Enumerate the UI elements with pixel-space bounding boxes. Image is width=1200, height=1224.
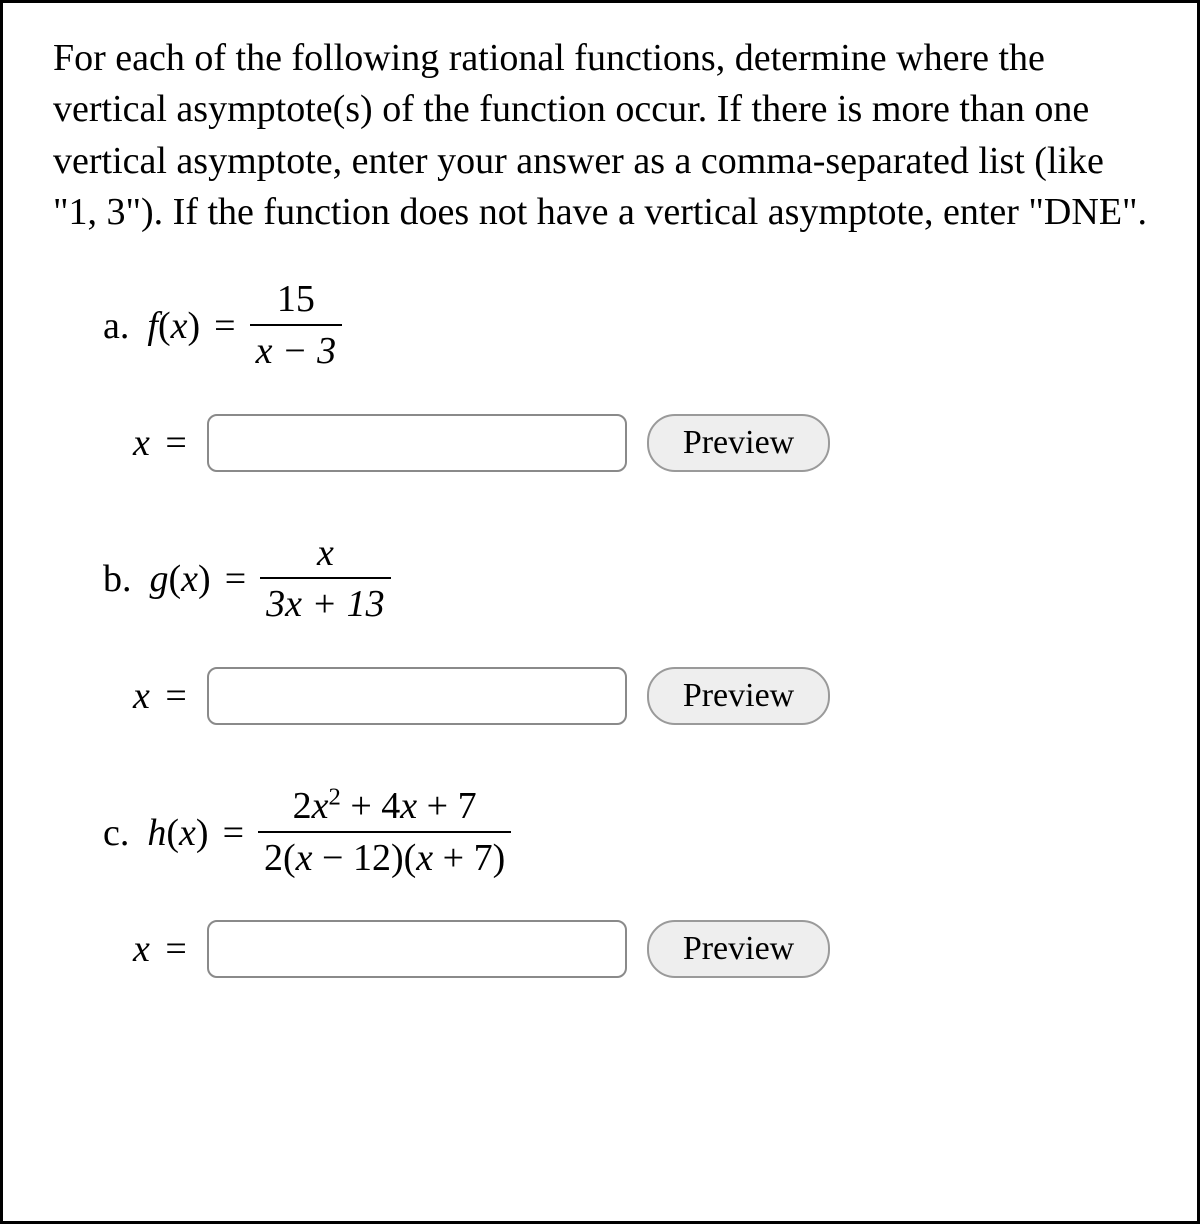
instructions-text: For each of the following rational funct… xyxy=(53,33,1157,238)
function-lhs: g(x) xyxy=(150,557,211,601)
question-container: For each of the following rational funct… xyxy=(0,0,1200,1224)
answer-prefix: x = xyxy=(133,674,187,718)
answer-row-a: x = Preview xyxy=(133,414,1157,472)
equals-sign: = xyxy=(223,811,244,855)
denominator: x − 3 xyxy=(250,324,343,374)
func-name: g xyxy=(150,558,169,600)
fraction: x 3x + 13 xyxy=(260,532,391,627)
equals-sign: = xyxy=(225,557,246,601)
answer-prefix: x = xyxy=(133,421,187,465)
equation-c: c. h(x) = 2x2 + 4x + 7 2(x − 12)(x + 7) xyxy=(103,785,1157,880)
func-name: f xyxy=(147,305,158,347)
answer-prefix: x = xyxy=(133,927,187,971)
preview-button-c[interactable]: Preview xyxy=(647,920,830,978)
problem-c: c. h(x) = 2x2 + 4x + 7 2(x − 12)(x + 7) … xyxy=(103,785,1157,978)
numerator: x xyxy=(311,532,340,578)
fraction: 2x2 + 4x + 7 2(x − 12)(x + 7) xyxy=(258,785,511,880)
equals-sign: = xyxy=(214,304,235,348)
problem-label: c. xyxy=(103,811,129,855)
denominator: 2(x − 12)(x + 7) xyxy=(258,831,511,881)
fraction: 15 x − 3 xyxy=(250,278,343,373)
numerator: 15 xyxy=(271,278,321,324)
equation-b: b. g(x) = x 3x + 13 xyxy=(103,532,1157,627)
problem-label: a. xyxy=(103,304,129,348)
problem-b: b. g(x) = x 3x + 13 x = Preview xyxy=(103,532,1157,725)
preview-button-a[interactable]: Preview xyxy=(647,414,830,472)
answer-row-b: x = Preview xyxy=(133,667,1157,725)
function-lhs: f(x) xyxy=(147,304,200,348)
answer-input-a[interactable] xyxy=(207,414,627,472)
problem-label: b. xyxy=(103,557,132,601)
func-name: h xyxy=(147,812,166,854)
equation-a: a. f(x) = 15 x − 3 xyxy=(103,278,1157,373)
numerator: 2x2 + 4x + 7 xyxy=(287,785,483,831)
answer-input-c[interactable] xyxy=(207,920,627,978)
preview-button-b[interactable]: Preview xyxy=(647,667,830,725)
problem-a: a. f(x) = 15 x − 3 x = Preview xyxy=(103,278,1157,471)
answer-row-c: x = Preview xyxy=(133,920,1157,978)
answer-input-b[interactable] xyxy=(207,667,627,725)
denominator: 3x + 13 xyxy=(260,577,391,627)
function-lhs: h(x) xyxy=(147,811,208,855)
